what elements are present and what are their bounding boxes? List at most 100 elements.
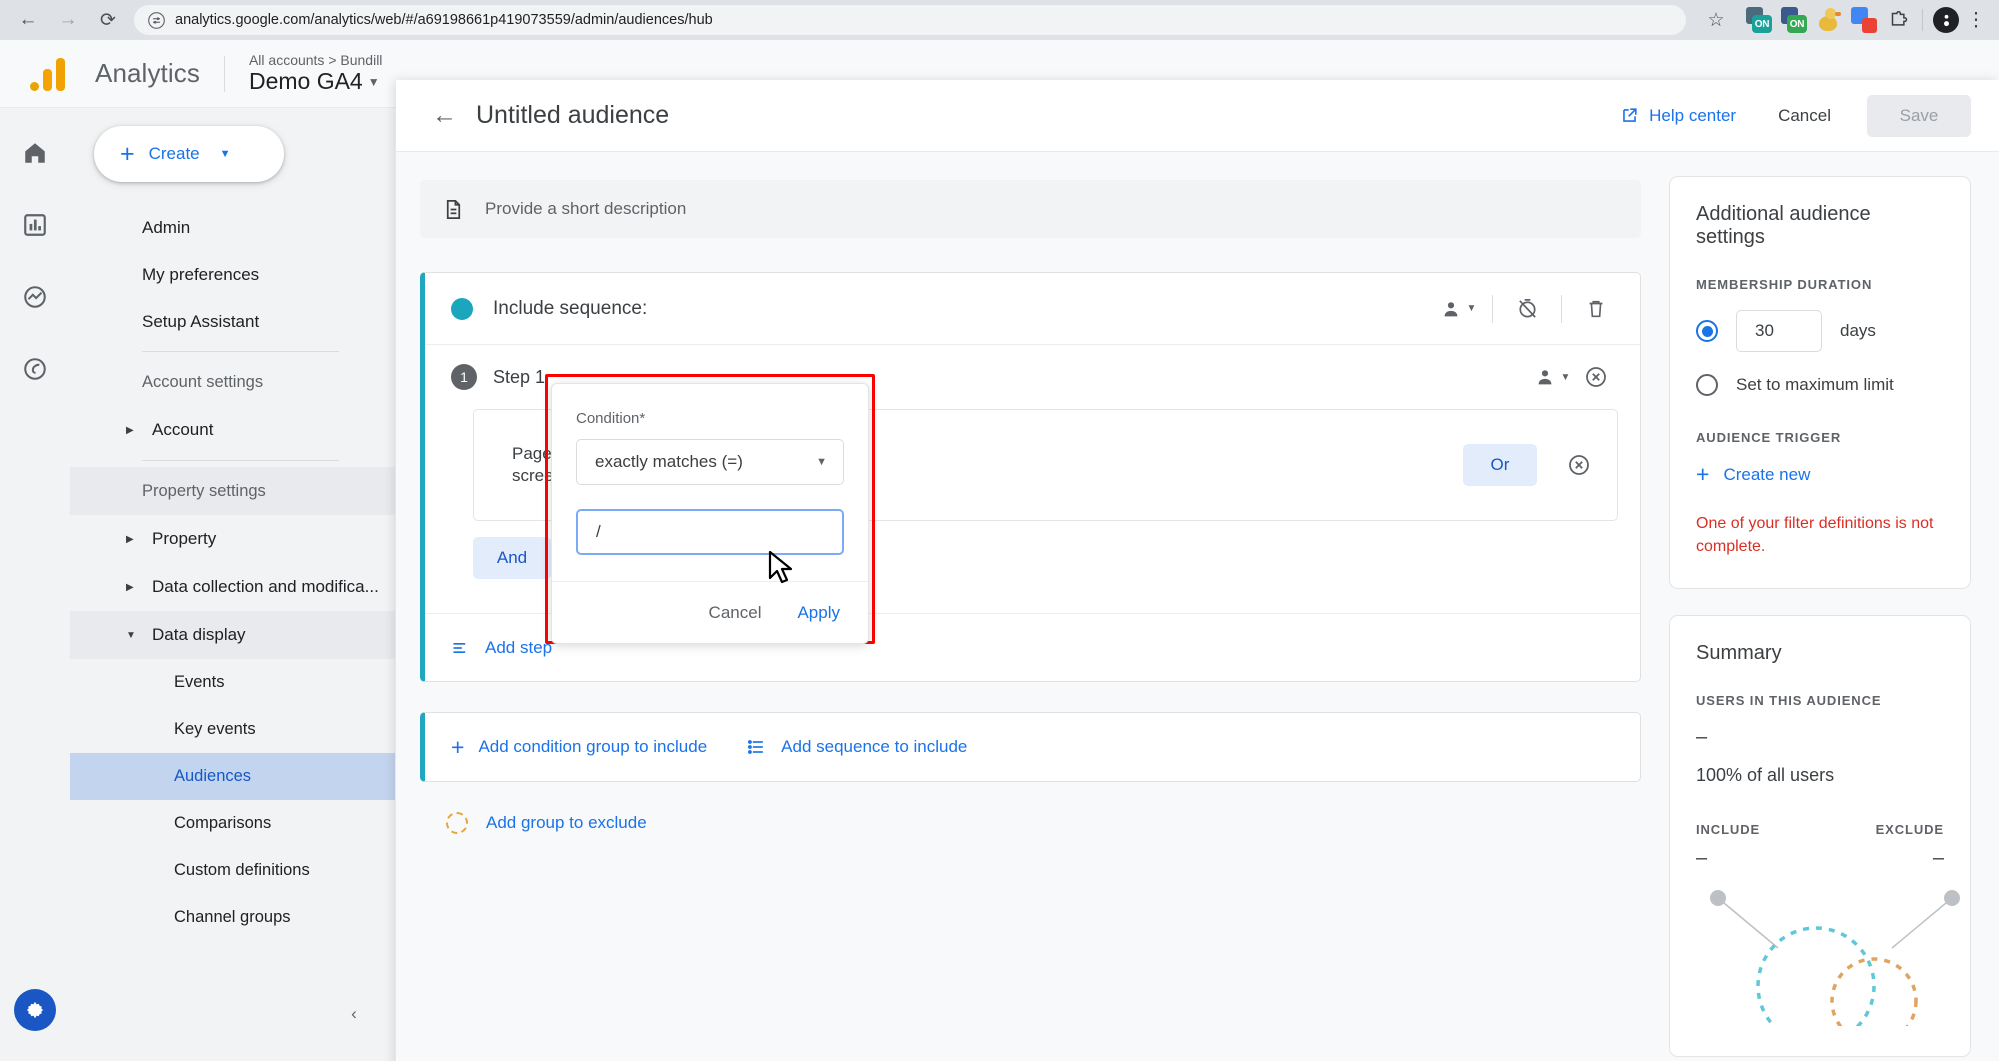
analytics-logo[interactable] (0, 57, 95, 91)
advertising-icon[interactable] (12, 346, 58, 392)
logo-bar-medium (43, 68, 52, 91)
site-settings-icon[interactable] (148, 11, 165, 29)
sidebar-expandable-data-display[interactable]: ▼ Data display (70, 611, 395, 659)
forward-button[interactable]: → (50, 2, 86, 38)
sidebar-collapse-button[interactable]: ‹ (337, 997, 371, 1031)
chevron-right-icon[interactable]: ▶ (126, 425, 138, 436)
create-button-label: Create (148, 144, 200, 163)
sidebar-section-label: Property settings (142, 481, 266, 500)
explore-icon[interactable] (12, 274, 58, 320)
sequence-icon (748, 740, 764, 754)
add-group-exclude-button[interactable]: Add group to exclude (420, 812, 1641, 834)
max-limit-radio[interactable] (1696, 374, 1718, 396)
create-new-label: Create new (1723, 464, 1811, 484)
exclude-circle (1830, 957, 1918, 1046)
icon-divider (1561, 294, 1562, 323)
extension-teal-on[interactable]: ON (1746, 7, 1772, 33)
condition-value-input[interactable]: / (576, 509, 844, 555)
property-name-text: Demo GA4 (248, 68, 363, 94)
puzzle-piece-icon[interactable] (1886, 7, 1912, 33)
logo-bar-large (56, 57, 65, 91)
help-center-link[interactable]: Help center (1620, 106, 1736, 126)
add-step-label: Add step (485, 637, 553, 657)
sidebar-expandable-data-collection-and-modifica[interactable]: ▶ Data collection and modifica... (70, 563, 395, 611)
step-remove-icon[interactable] (1574, 355, 1618, 399)
include-node (1710, 890, 1726, 907)
add-condition-group-button[interactable]: + Add condition group to include (451, 735, 707, 759)
sidebar-item-label: Channel groups (174, 908, 291, 926)
sidebar-expandable-property[interactable]: ▶ Property (70, 515, 395, 563)
extension-recorder-icon[interactable] (1851, 7, 1877, 33)
condition-label: Condition* (576, 410, 646, 427)
sidebar-item-comparisons[interactable]: Comparisons (70, 800, 395, 847)
sidebar-expandable-label: Property (152, 529, 217, 548)
reload-button[interactable]: ⟳ (90, 2, 126, 38)
chevron-down-icon[interactable]: ▼ (368, 75, 380, 89)
condition-apply-button[interactable]: Apply (797, 603, 840, 623)
save-button[interactable]: Save (1867, 94, 1971, 137)
sidebar-item-events[interactable]: Events (70, 659, 395, 706)
sidebar-item-audiences[interactable]: Audiences (70, 753, 395, 800)
step-scope-icon[interactable]: ▼ (1530, 355, 1574, 399)
account-selector[interactable]: All accounts > Bundill Demo GA4 ▼ (249, 52, 382, 95)
back-arrow-icon[interactable]: ← (432, 101, 476, 130)
additional-settings-title: Additional audience settings (1696, 203, 1871, 248)
or-button[interactable]: Or (1463, 444, 1537, 486)
sidebar-expandable-account[interactable]: ▶ Account (70, 406, 395, 454)
back-button[interactable]: ← (10, 2, 46, 38)
breadcrumb: All accounts > Bundill (248, 52, 383, 68)
address-bar[interactable]: analytics.google.com/analytics/web/#/a69… (134, 5, 1686, 35)
extension-duck-icon[interactable] (1816, 7, 1842, 33)
condition-cancel-button[interactable]: Cancel (709, 603, 762, 623)
chevron-down-icon[interactable]: ▼ (1561, 372, 1571, 383)
condition-operator-select[interactable]: exactly matches (=) ▼ (576, 439, 844, 485)
sidebar-section-header: Property settings (70, 467, 395, 515)
chevron-right-icon[interactable]: ▶ (126, 582, 138, 593)
description-icon (446, 199, 461, 219)
trash-icon[interactable] (1574, 287, 1618, 331)
sidebar-item-key-events[interactable]: Key events (70, 706, 395, 753)
reports-icon[interactable] (12, 202, 58, 248)
sidebar-item-admin[interactable]: Admin (70, 204, 395, 251)
condition-remove-icon[interactable] (1557, 443, 1601, 487)
and-button[interactable]: And (473, 537, 551, 579)
duration-input[interactable]: 30 (1736, 310, 1822, 352)
extension-green-on-badge: ON (1787, 15, 1807, 33)
duration-days-radio[interactable] (1696, 320, 1718, 342)
cancel-button[interactable]: Cancel (1778, 106, 1831, 126)
add-sequence-button[interactable]: Add sequence to include (747, 737, 967, 757)
timer-off-icon[interactable] (1505, 287, 1549, 331)
include-circle (1756, 926, 1876, 1047)
bookmark-star-icon[interactable]: ☆ (1698, 2, 1734, 38)
sidebar-section-label: Account settings (142, 372, 264, 391)
chevron-down-icon[interactable]: ▼ (816, 456, 827, 468)
include-exclude-values: – – (1696, 847, 1944, 870)
sidebar-divider (142, 460, 339, 461)
sidebar-section-header: Account settings (70, 358, 395, 406)
property-name: Demo GA4 ▼ (249, 68, 382, 95)
toolbar-divider (1922, 9, 1923, 31)
product-name: Analytics (95, 58, 200, 88)
sidebar-item-custom-definitions[interactable]: Custom definitions (70, 847, 395, 894)
external-link-icon (1623, 108, 1637, 122)
include-connector (1717, 897, 1779, 949)
kebab-menu-icon[interactable]: ⋮ (1963, 9, 1989, 32)
gear-icon[interactable] (14, 989, 56, 1031)
sidebar-item-setup-assistant[interactable]: Setup Assistant (70, 298, 395, 345)
chevron-right-icon[interactable]: ▶ (126, 534, 138, 545)
logo-bar-small (30, 81, 39, 91)
create-button[interactable]: + Create ▼ (94, 126, 284, 182)
profile-avatar-icon[interactable] (1933, 7, 1959, 33)
condition-popup-actions: Cancel Apply (552, 581, 868, 643)
chevron-down-icon[interactable]: ▼ (1467, 303, 1477, 314)
sidebar-item-my-preferences[interactable]: My preferences (70, 251, 395, 298)
chevron-down-icon[interactable]: ▼ (126, 630, 138, 641)
extension-green-on[interactable]: ON (1781, 7, 1807, 33)
description-input[interactable]: Provide a short description (420, 180, 1641, 238)
person-scope-icon[interactable]: ▼ (1436, 287, 1480, 331)
home-icon[interactable] (12, 130, 58, 176)
add-sequence-label: Add sequence to include (781, 737, 968, 756)
sidebar-item-channel-groups[interactable]: Channel groups (70, 894, 395, 941)
chevron-down-icon[interactable]: ▼ (220, 148, 231, 160)
create-new-trigger-button[interactable]: + Create new (1696, 463, 1944, 486)
